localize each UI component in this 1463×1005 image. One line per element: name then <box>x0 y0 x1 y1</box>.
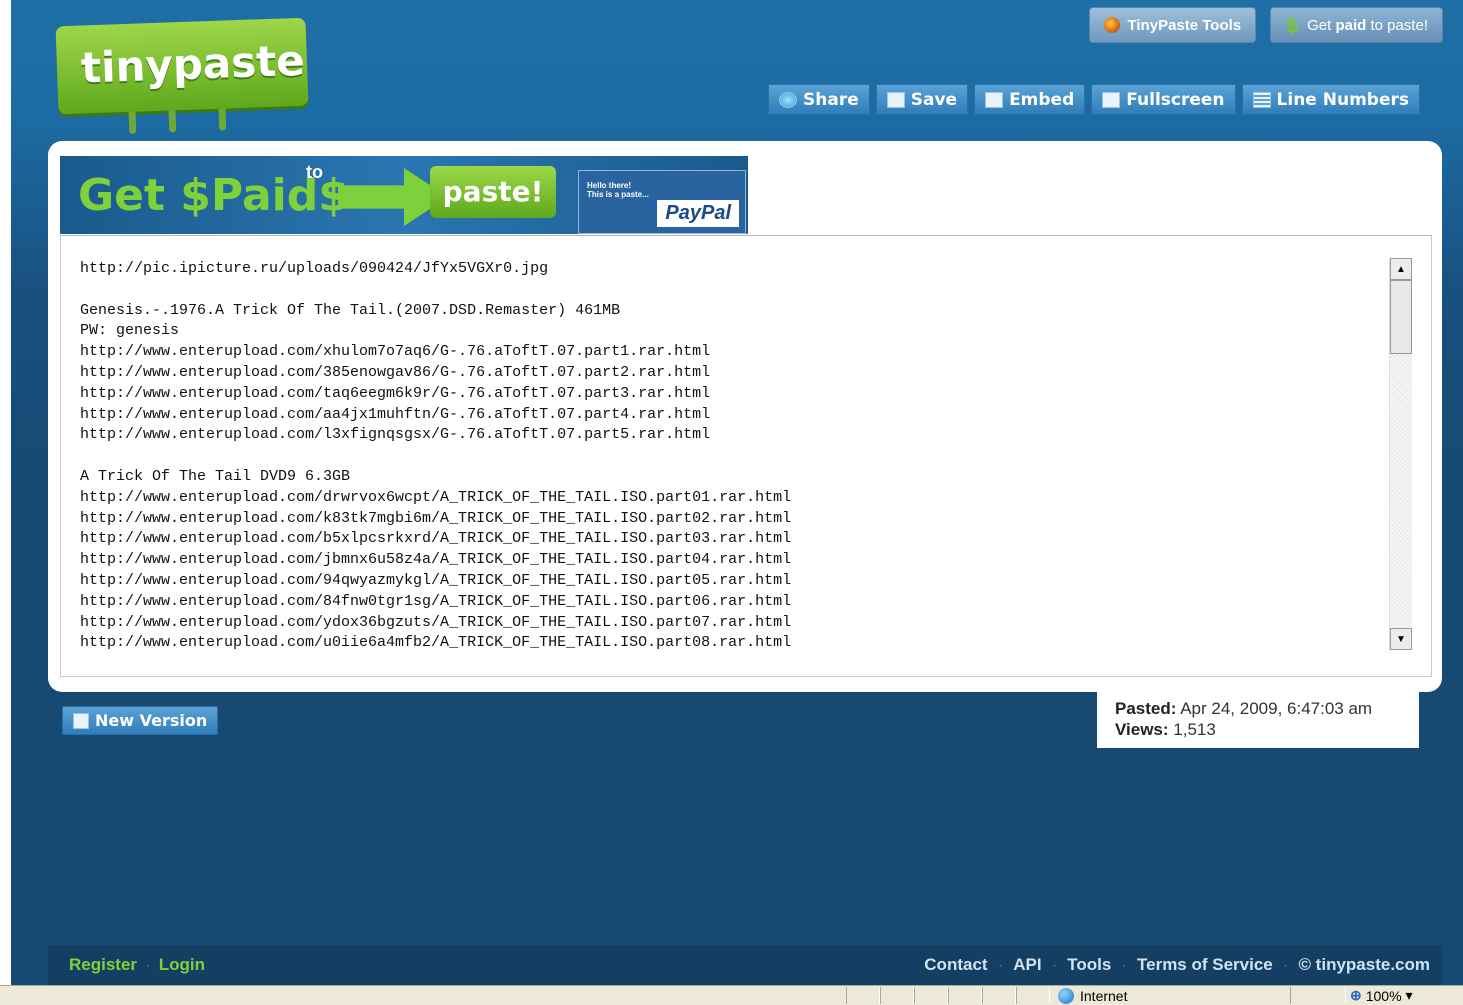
copyright-link[interactable]: © tinypaste.com <box>1298 955 1430 975</box>
paste-line: http://www.enterupload.com/b5xlpcsrkxrd/… <box>80 530 792 548</box>
share-icon <box>779 91 797 108</box>
paste-line: http://www.enterupload.com/385enowgav86/… <box>80 363 711 381</box>
contact-link[interactable]: Contact <box>924 955 987 975</box>
page-background: TinyPaste Tools $ Get paid to paste! tin… <box>11 0 1463 985</box>
paste-line: http://www.enterupload.com/84fnw0tgr1sg/… <box>80 592 792 610</box>
share-label: Share <box>803 89 859 110</box>
embed-label: Embed <box>1009 89 1075 110</box>
paste-line: http://www.enterupload.com/94qwyazmykgl/… <box>80 571 792 589</box>
embed-button[interactable]: Embed <box>974 84 1086 115</box>
tinypaste-logo[interactable]: tinypaste <box>55 17 309 134</box>
terms-link[interactable]: Terms of Service <box>1137 955 1273 975</box>
footer: Register · Login Contact · API · Tools ·… <box>48 945 1442 985</box>
paypal-logo: PayPal <box>657 200 739 227</box>
line-numbers-label: Line Numbers <box>1276 89 1409 110</box>
tools-link[interactable]: Tools <box>1067 955 1111 975</box>
scrollbar-thumb[interactable] <box>1390 280 1412 354</box>
floppy-icon <box>886 91 905 108</box>
login-link[interactable]: Login <box>159 955 205 975</box>
footer-separator: · <box>997 955 1004 974</box>
paste-line: http://www.enterupload.com/xhulom7o7aq6/… <box>80 343 711 361</box>
share-button[interactable]: Share <box>768 84 870 115</box>
footer-separator: · <box>1121 955 1127 974</box>
paste-line: http://www.enterupload.com/l3xfignqsgsx/… <box>80 426 711 444</box>
status-segment <box>1016 987 1050 1004</box>
status-segment <box>880 987 914 1004</box>
vertical-scrollbar[interactable]: ▲ ▼ <box>1389 258 1412 650</box>
register-link[interactable]: Register <box>69 955 137 975</box>
chevron-down-icon: ▾ <box>1405 987 1413 1003</box>
scroll-down-arrow-icon[interactable]: ▼ <box>1390 628 1412 650</box>
footer-separator: · <box>1282 955 1289 974</box>
views-row: Views: 1,513 <box>1115 720 1216 739</box>
pasted-row: Pasted: Apr 24, 2009, 6:47:03 am <box>1115 699 1373 718</box>
paste-line: http://www.enterupload.com/taq6eegm6k9r/… <box>80 384 711 402</box>
api-link[interactable]: API <box>1013 955 1041 975</box>
banner-hello-text: Hello there! This is a paste... <box>587 181 649 199</box>
paste-line: A Trick Of The Tail DVD9 6.3GB <box>80 467 351 485</box>
zoom-control[interactable]: ⊕ 100% ▾ <box>1350 986 1413 1005</box>
firefox-icon <box>1103 17 1120 33</box>
logo-drip <box>128 111 137 134</box>
status-segment <box>948 987 982 1004</box>
paste-line: PW: genesis <box>80 322 180 340</box>
footer-separator: · <box>145 955 151 974</box>
fullscreen-button[interactable]: Fullscreen <box>1091 84 1236 115</box>
save-button[interactable]: Save <box>875 84 969 115</box>
get-paid-banner-ad[interactable]: Get $Paid$ to paste! Hello there! This i… <box>60 156 748 234</box>
paste-line: Genesis.-.1976.A Trick Of The Tail.(2007… <box>80 301 621 319</box>
status-segment <box>914 987 948 1004</box>
scroll-up-arrow-icon[interactable]: ▲ <box>1390 258 1412 280</box>
paste-line: http://www.enterupload.com/jbmnx6u58z4a/… <box>80 551 792 569</box>
security-zone[interactable]: Internet <box>1058 986 1127 1005</box>
tinypaste-tools-label: TinyPaste Tools <box>1127 16 1242 34</box>
get-paid-button[interactable]: $ Get paid to paste! <box>1270 7 1443 43</box>
protected-mode-segment[interactable] <box>1290 987 1346 1004</box>
line-numbers-icon <box>1252 91 1271 108</box>
paste-line: http://www.enterupload.com/aa4jx1muhftn/… <box>80 405 711 423</box>
zoom-icon: ⊕ <box>1350 987 1362 1003</box>
fullscreen-label: Fullscreen <box>1126 89 1225 110</box>
zoom-level: 100% <box>1365 987 1402 1004</box>
copy-icon <box>73 712 89 729</box>
paste-line: http://www.enterupload.com/k83tk7mgbi6m/… <box>80 509 792 527</box>
new-version-button[interactable]: New Version <box>62 706 219 735</box>
fullscreen-icon <box>1102 91 1121 108</box>
paste-line <box>80 446 1380 467</box>
top-tools: TinyPaste Tools $ Get paid to paste! <box>1088 0 1443 43</box>
logo-drip <box>218 108 227 131</box>
status-segment <box>982 987 1016 1004</box>
paste-text[interactable]: http://pic.ipicture.ru/uploads/090424/Jf… <box>80 259 1380 654</box>
embed-icon <box>985 91 1004 108</box>
zone-label: Internet <box>1080 987 1128 1004</box>
paste-meta-box: Pasted: Apr 24, 2009, 6:47:03 am Views: … <box>1097 690 1419 748</box>
line-numbers-button[interactable]: Line Numbers <box>1241 84 1420 115</box>
paste-line: http://www.enterupload.com/ydox36bgzuts/… <box>80 613 792 631</box>
new-version-label: New Version <box>95 711 208 730</box>
save-label: Save <box>910 89 958 110</box>
status-segment <box>846 987 880 1004</box>
tinypaste-tools-button[interactable]: TinyPaste Tools <box>1088 7 1257 43</box>
paste-line: http://www.enterupload.com/drwrvox6wcpt/… <box>80 488 792 506</box>
paste-line: http://www.enterupload.com/u0iie6a4mfb2/… <box>80 634 792 652</box>
paste-actions-toolbar: Share Save Embed Fullscreen Line Numbers <box>768 84 1420 115</box>
paste-panel: Get $Paid$ to paste! Hello there! This i… <box>48 141 1442 692</box>
globe-icon <box>1058 987 1074 1004</box>
paste-line: http://pic.ipicture.ru/uploads/090424/Jf… <box>80 260 549 277</box>
logo-drip <box>168 110 177 133</box>
banner-to-text: to <box>306 162 323 182</box>
get-paid-label: Get paid to paste! <box>1307 16 1428 34</box>
pasted-date: Apr 24, 2009, 6:47:03 am <box>1180 699 1373 718</box>
banner-paste-text: paste! <box>430 166 556 218</box>
footer-separator: · <box>1051 955 1058 974</box>
logo-text: tinypaste <box>80 35 306 93</box>
banner-card: Hello there! This is a paste... PayPal <box>578 170 746 234</box>
paste-content-box[interactable]: http://pic.ipicture.ru/uploads/090424/Jf… <box>60 235 1432 677</box>
views-count: 1,513 <box>1173 720 1216 739</box>
browser-status-bar: Internet ⊕ 100% ▾ <box>0 985 1463 1005</box>
paste-line <box>80 280 1380 301</box>
dollar-icon: $ <box>1285 13 1300 37</box>
